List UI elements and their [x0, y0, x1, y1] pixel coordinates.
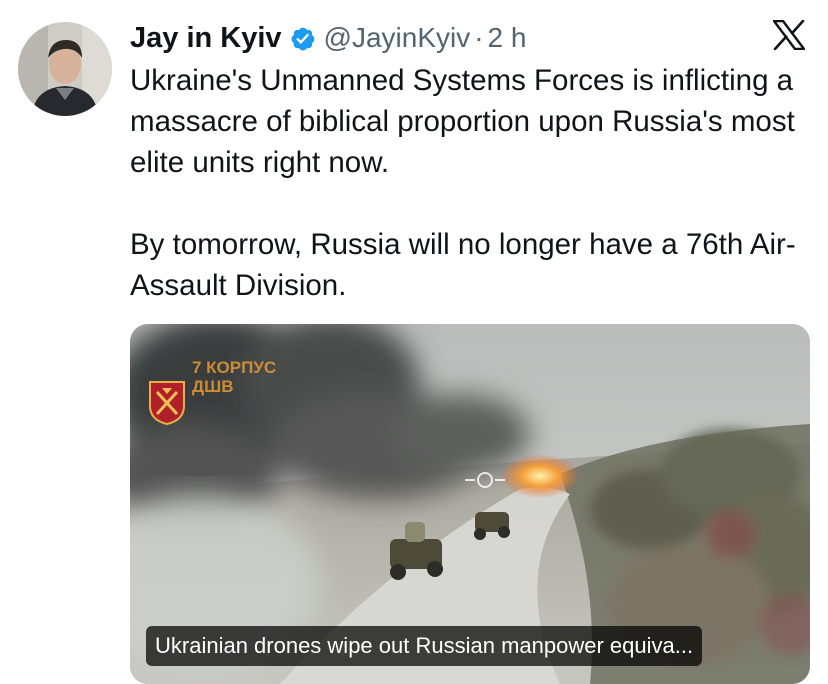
unit-watermark: 7 КОРПУС ДШВ — [192, 358, 276, 396]
watermark-line: 7 КОРПУС — [192, 358, 277, 377]
tweet-header: Jay in Kyiv @JayinKyiv · 2 h — [130, 18, 526, 58]
avatar[interactable] — [18, 22, 112, 116]
timestamp[interactable]: 2 h — [488, 22, 527, 54]
watermark-line: ДШВ — [192, 377, 234, 396]
author-handle[interactable]: @JayinKyiv — [324, 22, 471, 54]
video-caption: Ukrainian drones wipe out Russian manpow… — [146, 626, 703, 666]
unit-emblem-icon — [148, 380, 186, 426]
avatar-photo — [18, 22, 112, 116]
tweet-paragraph: By tomorrow, Russia will no longer have … — [130, 228, 796, 302]
separator-dot: · — [474, 22, 484, 53]
verified-badge-icon — [289, 25, 316, 52]
video-media[interactable]: 7 КОРПУС ДШВ Ukrainian drones wipe out R… — [130, 324, 810, 684]
author-name[interactable]: Jay in Kyiv — [130, 22, 282, 55]
tweet-body: Ukraine's Unmanned Systems Forces is inf… — [130, 60, 820, 306]
tweet-paragraph: Ukraine's Unmanned Systems Forces is inf… — [130, 64, 795, 179]
x-logo-icon[interactable] — [772, 19, 806, 51]
